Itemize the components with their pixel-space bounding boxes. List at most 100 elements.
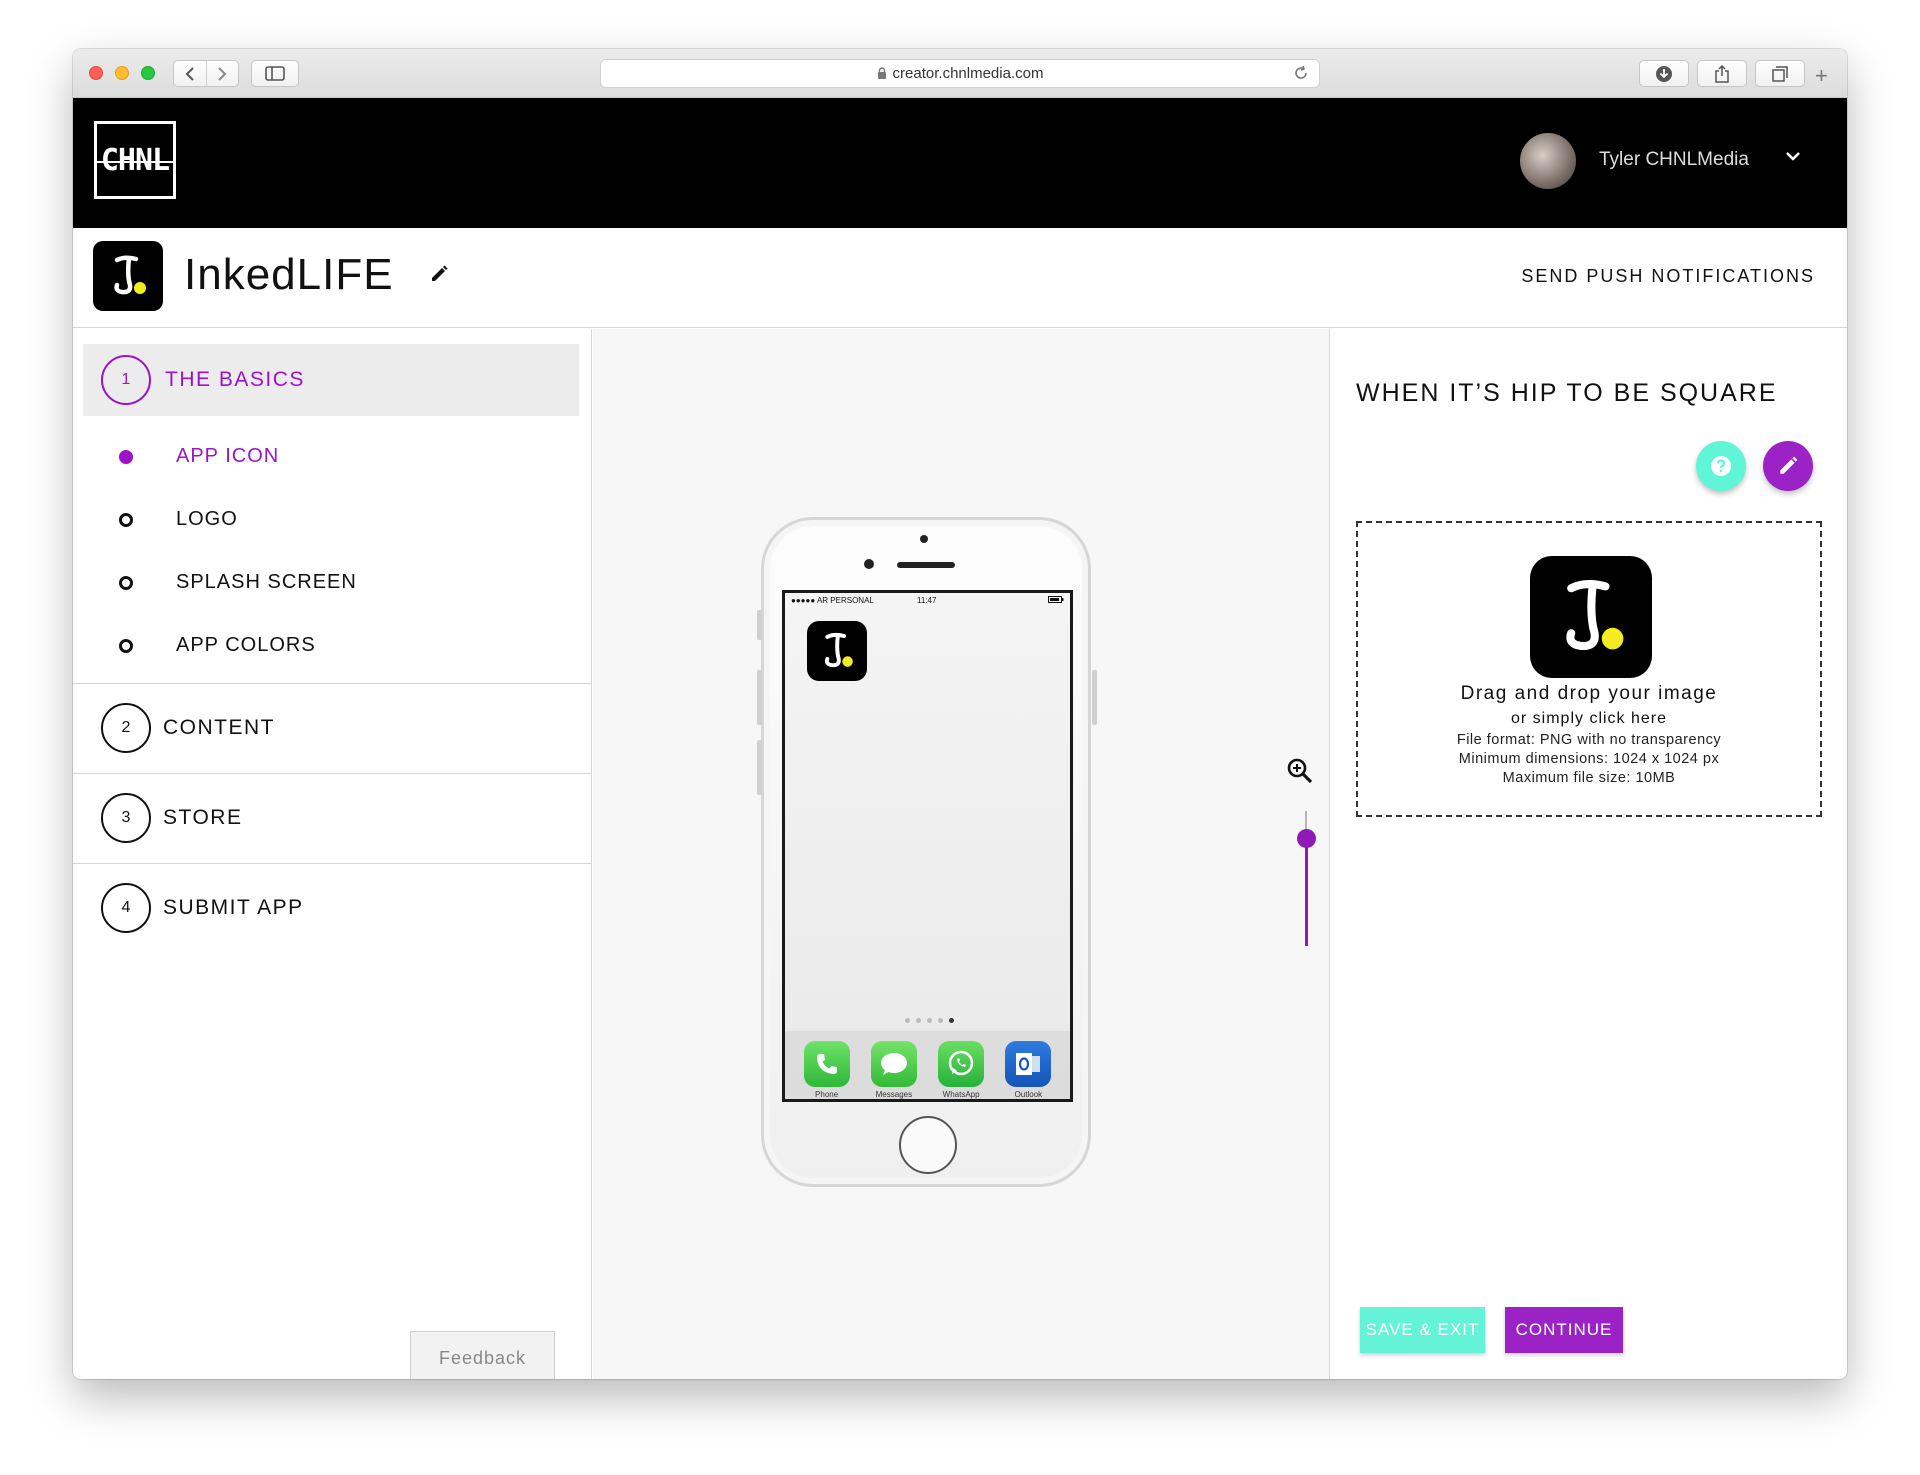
- substep-splash-screen[interactable]: SPLASH SCREEN: [73, 557, 592, 607]
- feedback-button[interactable]: Feedback: [410, 1331, 555, 1379]
- send-push-notifications-link[interactable]: SEND PUSH NOTIFICATIONS: [1521, 266, 1815, 287]
- history-nav: [173, 60, 239, 87]
- min-dimensions-info: Minimum dimensions: 1024 x 1024 px: [1458, 751, 1720, 767]
- max-size-info: Maximum file size: 10MB: [1502, 770, 1676, 786]
- substep-app-colors[interactable]: APP COLORS: [73, 620, 592, 670]
- zoom-in-icon[interactable]: [1286, 757, 1314, 785]
- inkedlife-logo-icon: [1566, 580, 1624, 651]
- project-app-icon: [93, 241, 163, 311]
- page-dot: [938, 1018, 943, 1023]
- dock-label: Outlook: [1014, 1090, 1043, 1099]
- back-button[interactable]: [174, 61, 206, 86]
- user-name[interactable]: Tyler CHNLMedia: [1599, 149, 1749, 171]
- edit-icon-button[interactable]: [1763, 441, 1813, 491]
- phone-power-button: [1092, 670, 1097, 725]
- minimize-window-button[interactable]: [115, 66, 129, 80]
- downloads-button[interactable]: [1639, 60, 1689, 87]
- edit-icon: [1780, 456, 1798, 474]
- forward-button[interactable]: [205, 61, 238, 86]
- step-store[interactable]: 3 STORE: [73, 773, 592, 862]
- steps-sidebar: 1 THE BASICS APP ICON LOGO SPLASH SCREEN…: [73, 329, 592, 1379]
- dropzone-subtitle: or simply click here: [1510, 710, 1668, 727]
- chnl-logo[interactable]: CHNL: [94, 121, 176, 199]
- phone-sensor: [864, 559, 874, 569]
- zoom-slider-fill: [1305, 839, 1308, 946]
- chevron-down-icon[interactable]: [1785, 150, 1801, 162]
- home-screen-app-icon: [807, 621, 867, 681]
- share-button[interactable]: [1697, 60, 1747, 87]
- dock-app-messages: Messages: [869, 1041, 919, 1099]
- sidebar-toggle-button[interactable]: [251, 60, 299, 87]
- inkedlife-logo-icon: [824, 632, 853, 668]
- substep-dot: [119, 513, 133, 527]
- step-submit-app[interactable]: 4 SUBMIT APP: [73, 863, 592, 952]
- step-content[interactable]: 2 CONTENT: [73, 683, 592, 772]
- substep-dot-active: [119, 450, 133, 464]
- phone-volume-down: [757, 740, 762, 795]
- phone-screen: ●●●●● AR PERSONAL 11:47 Phone Messages W…: [782, 590, 1073, 1102]
- close-window-button[interactable]: [89, 66, 103, 80]
- phone-volume-up: [757, 670, 762, 725]
- substep-label: SPLASH SCREEN: [176, 571, 357, 593]
- new-tab-button[interactable]: +: [1815, 65, 1828, 87]
- app-icon-editor: WHEN IT’S HIP TO BE SQUARE Drag and drop…: [1330, 329, 1847, 1379]
- step-number: 1: [101, 355, 151, 405]
- step-number: 3: [101, 793, 151, 843]
- phone-home-button: [899, 1116, 957, 1174]
- status-carrier: ●●●●● AR PERSONAL: [791, 596, 874, 605]
- save-exit-button[interactable]: SAVE & EXIT: [1360, 1307, 1485, 1353]
- phone-mute-switch: [757, 610, 762, 640]
- help-button[interactable]: [1696, 441, 1746, 491]
- dock-app-phone: Phone: [802, 1041, 852, 1099]
- forward-icon: [218, 66, 227, 81]
- help-icon: [1711, 456, 1731, 476]
- dock-app-outlook: Outlook: [1003, 1041, 1053, 1099]
- tab-overview-button[interactable]: [1755, 60, 1805, 87]
- browser-window: creator.chnlmedia.com + CHNL Tyler CHNLM…: [73, 49, 1847, 1379]
- substep-dot: [119, 576, 133, 590]
- substep-app-icon[interactable]: APP ICON: [73, 431, 592, 481]
- zoom-window-button[interactable]: [141, 66, 155, 80]
- page-dot: [905, 1018, 910, 1023]
- step-number: 2: [101, 703, 151, 753]
- device-preview-area: ●●●●● AR PERSONAL 11:47 Phone Messages W…: [593, 329, 1330, 1379]
- substep-logo[interactable]: LOGO: [73, 494, 592, 544]
- whatsapp-icon: [938, 1041, 985, 1087]
- reload-icon[interactable]: [1293, 65, 1309, 81]
- dock-label: Messages: [875, 1090, 913, 1099]
- dropzone-title: Drag and drop your image: [1460, 683, 1718, 704]
- url-text: creator.chnlmedia.com: [892, 65, 1044, 82]
- page-indicator: [905, 1018, 954, 1023]
- tabs-icon: [1772, 65, 1788, 82]
- page-dot: [916, 1018, 921, 1023]
- back-icon: [185, 66, 194, 81]
- status-time: 11:47: [917, 596, 937, 605]
- sidebar-icon: [265, 66, 285, 81]
- browser-toolbar: creator.chnlmedia.com +: [73, 49, 1847, 98]
- substep-label: LOGO: [176, 508, 238, 530]
- uploaded-icon-preview: [1530, 556, 1652, 678]
- project-bar: InkedLIFE SEND PUSH NOTIFICATIONS: [73, 228, 1847, 328]
- phone-dock: Phone Messages WhatsApp Outlook: [785, 1031, 1070, 1099]
- step-label: SUBMIT APP: [163, 896, 304, 919]
- zoom-slider-handle[interactable]: [1297, 829, 1316, 848]
- continue-button[interactable]: CONTINUE: [1505, 1307, 1623, 1353]
- project-name: InkedLIFE: [184, 250, 394, 299]
- address-bar[interactable]: creator.chnlmedia.com: [600, 59, 1320, 88]
- step-the-basics[interactable]: 1 THE BASICS: [83, 344, 579, 416]
- avatar[interactable]: [1520, 133, 1576, 189]
- file-format-info: File format: PNG with no transparency: [1456, 732, 1722, 748]
- section-title: WHEN IT’S HIP TO BE SQUARE: [1356, 379, 1778, 407]
- dock-label: Phone: [815, 1090, 839, 1099]
- phone-icon: [803, 1041, 850, 1087]
- substep-label: APP ICON: [176, 445, 280, 467]
- pencil-icon[interactable]: [429, 264, 449, 284]
- phone-front-camera: [920, 535, 928, 543]
- messages-icon: [870, 1041, 917, 1087]
- step-number: 4: [101, 883, 151, 933]
- inkedlife-logo-icon: [114, 255, 146, 295]
- phone-status-bar: ●●●●● AR PERSONAL 11:47: [785, 593, 1070, 607]
- substep-label: APP COLORS: [176, 634, 316, 656]
- image-dropzone[interactable]: Drag and drop your image or simply click…: [1356, 521, 1822, 817]
- app-header: CHNL Tyler CHNLMedia: [73, 98, 1847, 228]
